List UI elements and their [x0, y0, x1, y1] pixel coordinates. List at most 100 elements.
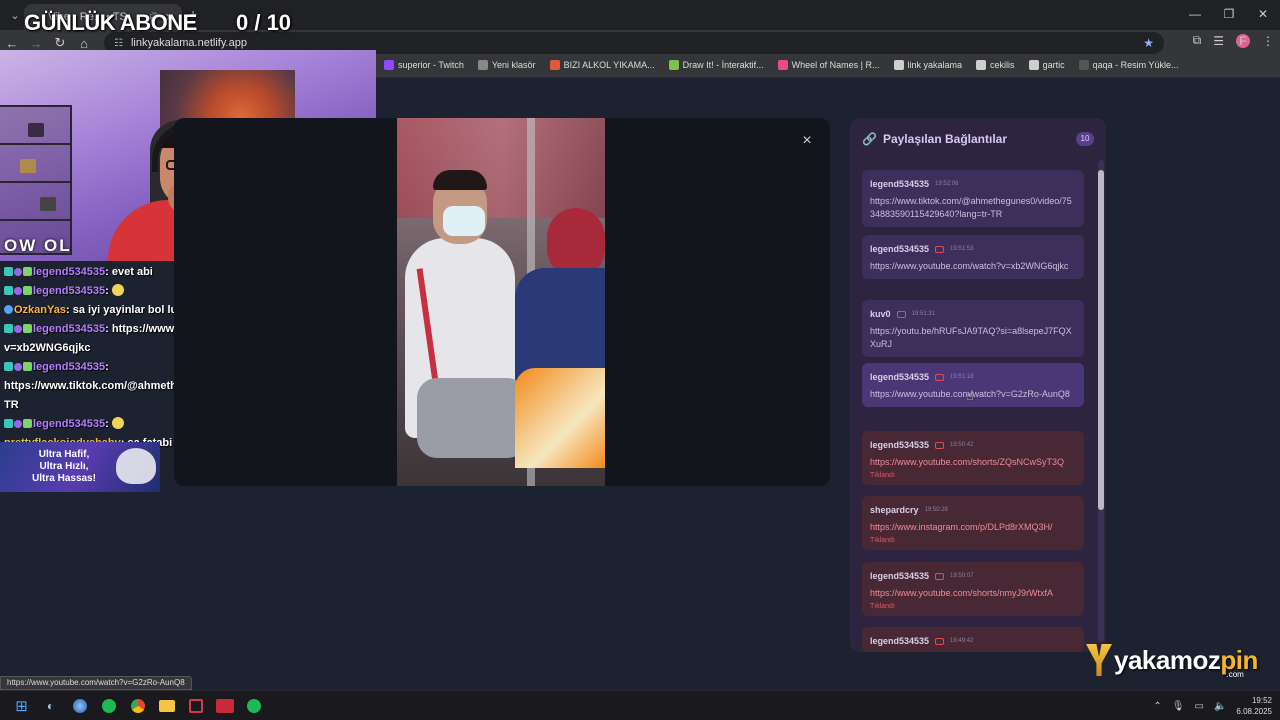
- link-time: 19:50:42: [950, 442, 974, 448]
- bookmark-star-icon[interactable]: ★: [1143, 36, 1154, 50]
- windows-taskbar: ⊞ ◐ ⌃ 🎙 ▭ 🔈 19:52 6.08.2025: [0, 690, 1280, 720]
- tray-chevron-icon[interactable]: ⌃: [1153, 701, 1161, 712]
- bookmark-item[interactable]: Yeni klasör: [477, 60, 536, 70]
- link-user: shepardcry: [870, 505, 919, 515]
- badge-icon: [23, 419, 32, 428]
- badge-icon: [14, 420, 22, 428]
- bookmark-label: link yakalama: [907, 60, 963, 70]
- link-time: 19:51:53: [950, 246, 974, 252]
- link-url[interactable]: https://www.youtube.com/shorts/nmyJ9rWtx…: [870, 587, 1076, 600]
- chat-username[interactable]: OzkanYas: [14, 304, 66, 316]
- badge-icon: [4, 267, 13, 276]
- red-app-icon[interactable]: [184, 695, 207, 717]
- link-card[interactable]: kuv0 19:51:31 https://youtu.be/hRUFsJA9TAQ…: [862, 300, 1084, 357]
- link-card-header: legend534535 19:49:42: [870, 636, 1076, 646]
- volume-icon[interactable]: 🔈: [1214, 701, 1226, 712]
- yakamozpin-logo-icon: [1084, 642, 1114, 678]
- badge-icon: [23, 362, 32, 371]
- link-card[interactable]: legend534535 19:50:42 https://www.youtube.…: [862, 431, 1084, 485]
- link-time: 19:51:18: [950, 374, 974, 380]
- link-card[interactable]: legend534535 19:49:42: [862, 627, 1084, 652]
- bookmark-label: BIZI ALKOL YIKAMA...: [563, 60, 655, 70]
- chat-username[interactable]: legend534535: [33, 418, 105, 430]
- link-url[interactable]: https://www.tiktok.com/@ahmethegunes0/vi…: [870, 195, 1076, 221]
- address-url: linkyakalama.netlify.app: [130, 37, 247, 49]
- chat-username[interactable]: legend534535: [33, 285, 105, 297]
- link-card[interactable]: legend534535 19:52:06 https://www.tiktok.c…: [862, 170, 1084, 227]
- folder-icon[interactable]: [155, 695, 178, 717]
- link-url[interactable]: https://www.instagram.com/p/DLPd8rXMQ3H/: [870, 521, 1076, 534]
- link-user: legend534535: [870, 244, 930, 254]
- brand-main: yakamoz: [1114, 644, 1221, 675]
- media-app-icon[interactable]: [213, 695, 236, 717]
- cam-logo: OW OL: [4, 236, 72, 255]
- youtube-icon: [896, 310, 906, 318]
- link-card-header: legend534535 19:52:06: [870, 179, 1076, 189]
- bookmark-item[interactable]: Draw It! - İnteraktif...: [668, 60, 764, 70]
- tab-search-icon[interactable]: ⌄: [4, 4, 26, 26]
- chat-username[interactable]: legend534535: [33, 323, 105, 335]
- home-icon[interactable]: ⌂: [72, 36, 96, 51]
- menu-icon[interactable]: ⋮: [1262, 34, 1274, 48]
- shared-links-panel: 🔗 Paylaşılan Bağlantılar 10 legend534535…: [850, 118, 1106, 652]
- video-player[interactable]: [397, 118, 605, 486]
- youtube-icon: [935, 637, 945, 645]
- spotify-icon[interactable]: [97, 695, 120, 717]
- video-modal: ×: [174, 118, 830, 486]
- spotify-icon[interactable]: [242, 695, 265, 717]
- bookmark-label: Draw It! - İnteraktif...: [682, 60, 764, 70]
- link-count-badge: 10: [1076, 132, 1094, 146]
- bookmark-favicon-icon: [668, 60, 679, 70]
- clicked-status: Tıklandı: [870, 537, 895, 544]
- bookmark-item[interactable]: BIZI ALKOL YIKAMA...: [549, 60, 655, 70]
- link-url[interactable]: https://www.youtube.com/watch?v=xb2WNG6q…: [870, 260, 1076, 273]
- link-url[interactable]: https://www.youtube.com/shorts/ZQsNCwSyT…: [870, 456, 1076, 469]
- start-icon[interactable]: ⊞: [10, 695, 33, 717]
- link-card[interactable]: legend534535 19:50:07 https://www.youtube.…: [862, 562, 1084, 616]
- minimize-icon[interactable]: —: [1178, 0, 1212, 30]
- link-user: legend534535: [870, 372, 930, 382]
- bookmark-item[interactable]: link yakalama: [893, 60, 963, 70]
- link-card[interactable]: legend534535 19:51:53 https://www.youtube.…: [862, 235, 1084, 279]
- microphone-icon[interactable]: 🎙: [1172, 701, 1185, 712]
- chat-text: evet abi: [111, 266, 153, 278]
- badge-icon: [4, 419, 13, 428]
- site-info-icon[interactable]: ☷: [114, 38, 123, 49]
- orb-app-icon[interactable]: [68, 695, 91, 717]
- bookmark-item[interactable]: superior - Twitch: [384, 60, 464, 70]
- link-card[interactable]: shepardcry 19:50:28 https://www.instagram.…: [862, 496, 1084, 550]
- emote-icon: [111, 284, 124, 296]
- back-icon[interactable]: ←: [0, 36, 24, 51]
- badge-icon: [14, 363, 22, 371]
- close-window-icon[interactable]: ✕: [1246, 0, 1280, 30]
- link-time: 19:52:06: [935, 181, 959, 187]
- link-url[interactable]: https://youtu.be/hRUFsJA9TAQ?si=a8lsepeJ…: [870, 325, 1076, 351]
- media-control-icon[interactable]: ☰: [1213, 34, 1224, 48]
- youtube-icon: [935, 572, 945, 580]
- youtube-icon: [935, 441, 945, 449]
- taskbar-apps: ⊞ ◐: [10, 695, 265, 717]
- profile-avatar[interactable]: F: [1236, 33, 1250, 48]
- close-icon[interactable]: ×: [796, 130, 818, 152]
- link-card-header: legend534535 19:51:53: [870, 244, 1076, 254]
- display-icon[interactable]: ▭: [1195, 701, 1204, 712]
- bookmark-item[interactable]: Wheel of Names | R...: [777, 60, 880, 70]
- bookmark-item[interactable]: qaqa - Resim Yükle...: [1078, 60, 1178, 70]
- extensions-icon[interactable]: ⧉: [1193, 33, 1202, 48]
- steam-icon[interactable]: ◐: [39, 695, 62, 717]
- clock[interactable]: 19:52 6.08.2025: [1236, 695, 1272, 717]
- link-time: 19:51:31: [911, 311, 935, 317]
- scrollbar[interactable]: [1098, 160, 1104, 642]
- chat-username[interactable]: legend534535: [33, 266, 105, 278]
- forward-icon[interactable]: →: [24, 36, 48, 51]
- bookmark-item[interactable]: gartic: [1028, 60, 1065, 70]
- link-icon: 🔗: [862, 132, 877, 146]
- link-time: 19:49:42: [950, 638, 974, 644]
- bookmark-item[interactable]: cekilis: [976, 60, 1015, 70]
- reload-icon[interactable]: ↻: [48, 35, 72, 51]
- chat-username[interactable]: legend534535: [33, 361, 105, 373]
- restore-icon[interactable]: ❐: [1212, 0, 1246, 30]
- chrome-icon[interactable]: [126, 695, 149, 717]
- bookmark-label: cekilis: [990, 60, 1015, 70]
- scrollbar-thumb[interactable]: [1098, 170, 1104, 510]
